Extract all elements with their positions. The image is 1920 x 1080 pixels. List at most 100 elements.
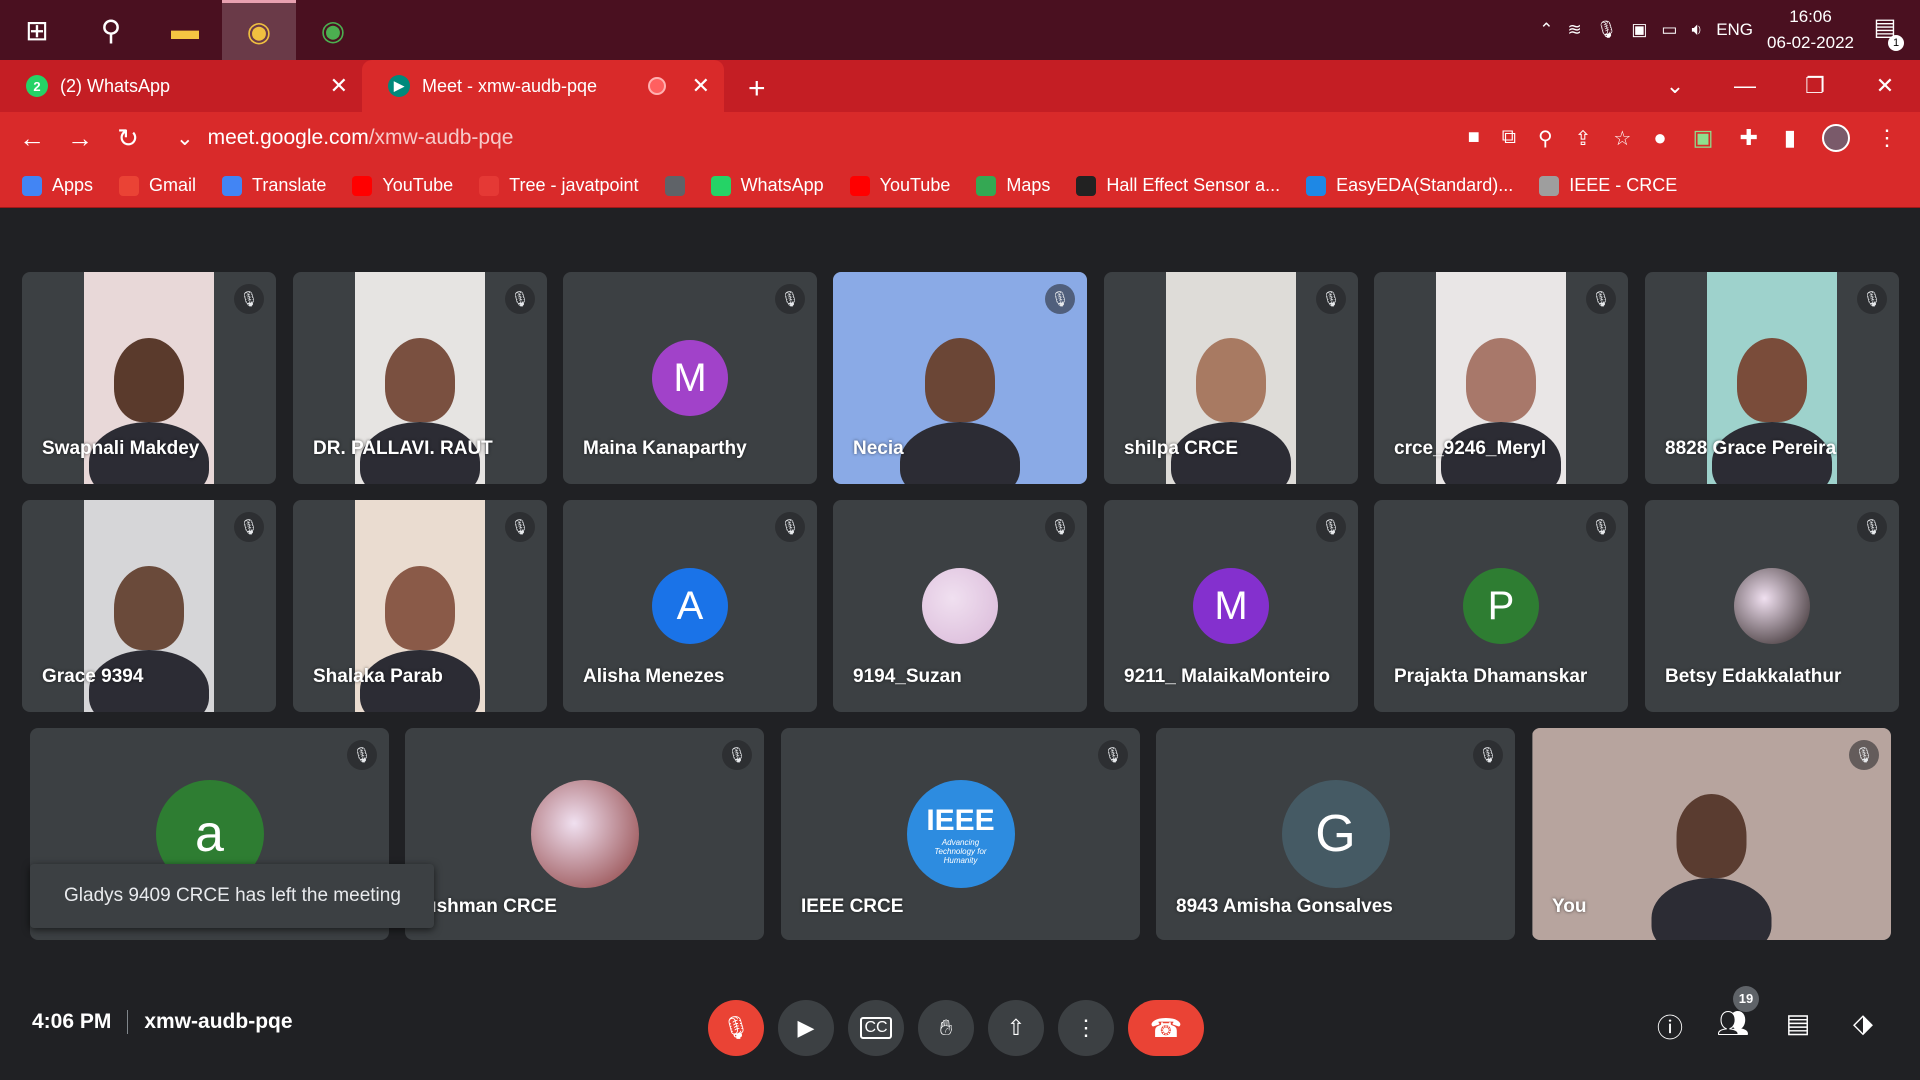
notification-center-icon[interactable]: ▤ 1 <box>1868 13 1904 51</box>
clock[interactable]: 16:06 06-02-2022 <box>1767 4 1854 56</box>
participant-tile[interactable]: M 🎙︎ Maina Kanaparthy <box>563 272 817 484</box>
raise-hand-button[interactable]: ✋︎ <box>918 1000 974 1056</box>
reload-icon[interactable]: ↻ <box>104 123 152 154</box>
close-window-button[interactable]: ✕ <box>1850 73 1920 99</box>
left-meeting-toast: Gladys 9409 CRCE has left the meeting <box>30 864 434 928</box>
bookmark-item[interactable]: Hall Effect Sensor a... <box>1076 175 1280 196</box>
address-bar[interactable]: ⌄ meet.google.com/xmw-audb-pqe ■ ⧉ ⚲ ⇪ ☆ <box>164 118 1641 158</box>
share-icon[interactable]: ⇪ <box>1575 126 1592 151</box>
forward-icon[interactable]: → <box>56 123 104 154</box>
zoom-icon[interactable]: ⚲ <box>1538 126 1553 151</box>
meeting-info-button[interactable]: ⓘ <box>1650 1008 1690 1045</box>
extensions-puzzle-icon[interactable]: ✚ <box>1739 125 1757 151</box>
participant-tile[interactable]: A 🎙︎ Alisha Menezes <box>563 500 817 712</box>
battery-icon[interactable]: ▭ <box>1661 20 1677 40</box>
participant-tile[interactable]: 🎙︎ shilpa CRCE <box>1104 272 1358 484</box>
participant-tile[interactable]: G 🎙︎ 8943 Amisha Gonsalves <box>1156 728 1515 940</box>
bookmark-item[interactable]: YouTube <box>849 175 950 196</box>
tab-search-icon[interactable]: ⌄ <box>1640 73 1710 99</box>
camera-icon[interactable]: ▣ <box>1631 20 1647 40</box>
present-screen-button[interactable]: ⇧ <box>988 1000 1044 1056</box>
chevron-up-icon[interactable]: ⌃ <box>1539 20 1553 40</box>
close-tab-icon[interactable]: ✕ <box>330 73 348 99</box>
participant-tile[interactable]: 🎙︎ 8828 Grace Pereira <box>1645 272 1899 484</box>
participant-tile[interactable]: 🎙︎ You <box>1532 728 1891 940</box>
microphone-off-button[interactable]: 🎙︎ <box>708 1000 764 1056</box>
participant-tile[interactable]: 🎙︎ ushman CRCE <box>405 728 764 940</box>
participant-tile[interactable]: 🎙︎ Grace 9394 <box>22 500 276 712</box>
mic-off-icon: 🎙︎ <box>234 512 264 542</box>
participant-name: Prajakta Dhamanskar <box>1394 666 1588 687</box>
site-info-icon[interactable]: ⌄ <box>176 126 194 151</box>
search-icon[interactable]: ⚲ <box>74 0 148 60</box>
bookmark-item[interactable]: Maps <box>976 175 1050 196</box>
bookmark-item[interactable]: YouTube <box>352 175 453 196</box>
leave-call-button[interactable]: ☎︎ <box>1128 1000 1204 1056</box>
side-panel-icon[interactable]: ▮ <box>1784 125 1796 151</box>
participant-name: crce_9246_Meryl <box>1394 438 1547 459</box>
participant-tile[interactable]: 🎙︎ DR. PALLAVI. RAUT <box>293 272 547 484</box>
wifi-icon[interactable]: ≋ <box>1568 20 1582 40</box>
participant-tile[interactable]: 🎙︎ Swapnali Makdey <box>22 272 276 484</box>
bookmark-item[interactable]: Apps <box>22 175 93 196</box>
minimize-button[interactable]: — <box>1710 73 1780 99</box>
file-explorer-icon[interactable]: ▬ <box>148 0 222 60</box>
volume-icon[interactable]: 🔉︎ <box>1691 20 1702 40</box>
globe-icon <box>664 175 685 196</box>
chrome-icon[interactable]: ◉ <box>222 0 296 60</box>
close-tab-icon[interactable]: ✕ <box>692 73 710 99</box>
chat-button[interactable]: ▤ <box>1778 1008 1818 1039</box>
extension-green-icon[interactable]: ▣ <box>1693 125 1714 151</box>
camera-in-use-icon[interactable]: ■ <box>1468 126 1480 151</box>
closed-captions-icon: CC <box>860 1017 892 1039</box>
windows-start-icon[interactable]: ⊞ <box>0 0 74 60</box>
participant-tile[interactable]: P 🎙︎ Prajakta Dhamanskar <box>1374 500 1628 712</box>
divider <box>127 1010 129 1034</box>
chrome-profile-icon[interactable]: ◉ <box>296 0 370 60</box>
url-path: /xmw-audb-pqe <box>368 126 514 149</box>
activities-button[interactable]: ⬗ <box>1843 1008 1883 1039</box>
avatar-photo <box>530 780 639 888</box>
participant-tile[interactable]: IEEE Advancing Technology for Humanity 🎙︎ I… <box>781 728 1140 940</box>
window-controls: ⌄ — ❐ ✕ <box>1640 60 1920 112</box>
extension-icon[interactable]: ● <box>1653 125 1666 151</box>
profile-avatar[interactable] <box>1822 124 1850 152</box>
javatpoint-icon <box>479 175 500 196</box>
people-icon: 👥︎ <box>1716 1008 1750 1038</box>
more-options-button[interactable]: ⋮ <box>1058 1000 1114 1056</box>
meeting-details[interactable]: 4:06 PM xmw-audb-pqe <box>32 1010 293 1034</box>
participant-tile[interactable]: 🎙︎ crce_9246_Meryl <box>1374 272 1628 484</box>
bookmark-item[interactable]: WhatsApp <box>710 175 824 196</box>
mic-off-icon: 🎙︎ <box>722 740 752 770</box>
bookmark-item[interactable] <box>664 175 685 196</box>
bookmark-item[interactable]: Tree - javatpoint <box>479 175 639 196</box>
back-icon[interactable]: ← <box>8 123 56 154</box>
bookmark-item[interactable]: Translate <box>222 175 326 196</box>
menu-kebab-icon[interactable]: ⋮ <box>1876 125 1898 151</box>
captions-button[interactable]: CC <box>848 1000 904 1056</box>
camera-button[interactable]: ▶ <box>778 1000 834 1056</box>
people-button[interactable]: 👥︎ 19 <box>1713 986 1759 1039</box>
tab-meet[interactable]: ▶ Meet - xmw-audb-pqe ✕ <box>362 60 724 112</box>
maps-icon <box>976 175 997 196</box>
bookmark-item[interactable]: EasyEDA(Standard)... <box>1306 175 1513 196</box>
ieee-icon <box>1539 175 1560 196</box>
open-in-new-icon[interactable]: ⧉ <box>1502 126 1516 151</box>
participant-tile[interactable]: 🎙︎ Necia <box>833 272 1087 484</box>
participant-tile[interactable]: 🎙︎ 9194_Suzan <box>833 500 1087 712</box>
participant-tile[interactable]: 🎙︎ Shalaka Parab <box>293 500 547 712</box>
participant-name: Shalaka Parab <box>313 666 443 687</box>
mic-off-icon: 🎙︎ <box>775 284 805 314</box>
youtube-icon <box>352 175 373 196</box>
new-tab-button[interactable]: + <box>724 72 790 112</box>
bookmark-item[interactable]: IEEE - CRCE <box>1539 175 1677 196</box>
microphone-icon[interactable]: 🎙︎ <box>1596 20 1618 40</box>
bookmark-item[interactable]: Gmail <box>119 175 196 196</box>
participant-name: Necia <box>853 438 904 459</box>
bookmark-star-icon[interactable]: ☆ <box>1613 126 1631 151</box>
restore-button[interactable]: ❐ <box>1780 73 1850 99</box>
tab-whatsapp[interactable]: 2 (2) WhatsApp ✕ <box>0 60 362 112</box>
participant-tile[interactable]: 🎙︎ Betsy Edakkalathur <box>1645 500 1899 712</box>
language-indicator[interactable]: ENG <box>1716 20 1753 40</box>
participant-tile[interactable]: M 🎙︎ 9211_ MalaikaMonteiro <box>1104 500 1358 712</box>
